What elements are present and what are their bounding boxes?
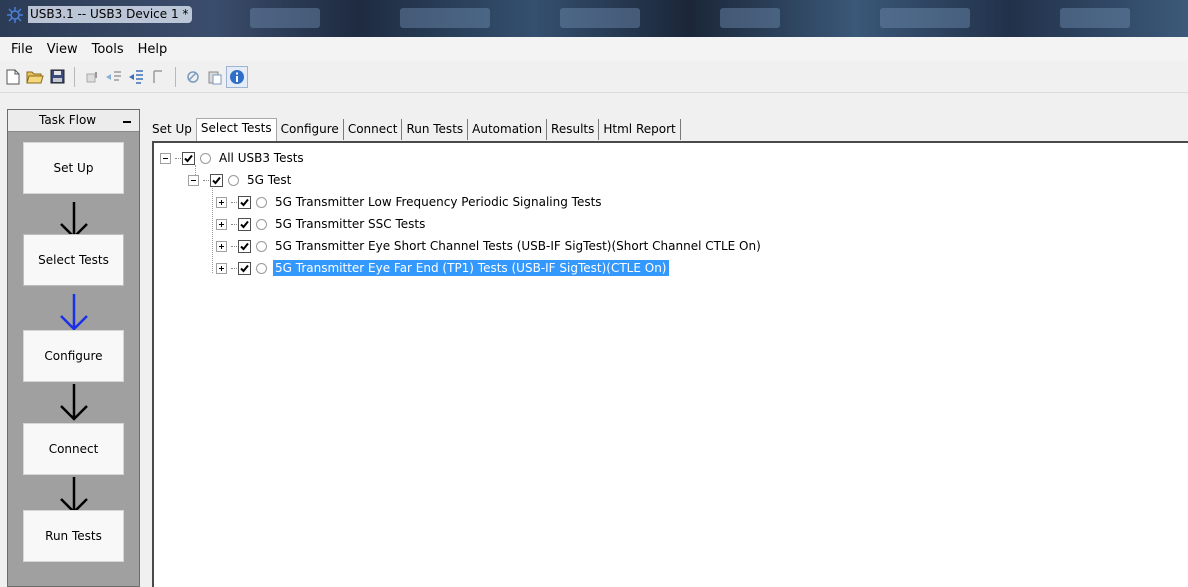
minimize-icon[interactable] — [123, 121, 131, 123]
collapse-icon[interactable] — [160, 152, 171, 164]
tab-set-up[interactable]: Set Up — [148, 119, 196, 140]
task-flow-panel: Task Flow Set Up Select Tests Configure … — [7, 109, 140, 587]
expand-icon[interactable] — [216, 218, 227, 230]
tree-connector — [212, 185, 213, 273]
menu-help[interactable]: Help — [131, 40, 175, 59]
item-checkbox[interactable] — [238, 195, 251, 209]
window-titlebar: USB3.1 -- USB3 Device 1 * — [0, 0, 1188, 37]
toolbar-separator — [175, 66, 176, 87]
menu-bar: File View Tools Help — [0, 37, 1188, 61]
tree-label-root: All USB3 Tests — [219, 151, 304, 165]
tree-node-root[interactable]: All USB3 Tests — [160, 148, 306, 168]
expand-icon[interactable] — [216, 262, 227, 274]
toolbar-separator — [74, 66, 75, 87]
taskflow-step-configure[interactable]: Configure — [23, 330, 124, 382]
paste-icon[interactable] — [204, 66, 226, 88]
window-title: USB3.1 -- USB3 Device 1 * — [28, 6, 193, 23]
task-flow-header: Task Flow — [8, 110, 139, 132]
taskflow-step-connect[interactable]: Connect — [23, 423, 124, 475]
item-radio[interactable] — [256, 262, 267, 274]
item-checkbox[interactable] — [238, 217, 251, 231]
tab-html-report[interactable]: Html Report — [599, 119, 681, 140]
tree-label-item: 5G Transmitter Eye Short Channel Tests (… — [275, 239, 761, 253]
taskflow-step-setup[interactable]: Set Up — [23, 142, 124, 194]
tab-bar: Set Up Select Tests Configure Connect Ru… — [148, 115, 681, 141]
taskflow-step-run-tests[interactable]: Run Tests — [23, 510, 124, 562]
item-radio[interactable] — [256, 218, 267, 230]
menu-tools[interactable]: Tools — [85, 40, 131, 59]
tab-automation[interactable]: Automation — [468, 119, 548, 140]
root-checkbox[interactable] — [182, 151, 195, 165]
info-icon[interactable] — [226, 65, 248, 88]
arrow-down-icon — [60, 477, 88, 514]
arrow-down-icon — [60, 384, 88, 421]
tree-node-item-selected[interactable]: 5G Transmitter Eye Far End (TP1) Tests (… — [216, 258, 669, 278]
tab-configure[interactable]: Configure — [277, 119, 344, 140]
step-icon[interactable] — [125, 66, 147, 88]
task-flow-title: Task Flow — [39, 113, 97, 127]
tab-run-tests[interactable]: Run Tests — [402, 119, 469, 140]
group-checkbox[interactable] — [210, 173, 223, 187]
tab-connect[interactable]: Connect — [344, 119, 403, 140]
tree-node-group[interactable]: 5G Test — [188, 170, 293, 190]
expand-icon[interactable] — [216, 196, 227, 208]
group-radio[interactable] — [228, 174, 239, 186]
tab-results[interactable]: Results — [547, 119, 600, 140]
tree-label-item: 5G Transmitter Low Frequency Periodic Si… — [275, 195, 602, 209]
item-radio[interactable] — [256, 196, 267, 208]
tree-label-group: 5G Test — [247, 173, 292, 187]
tree-node-item[interactable]: 5G Transmitter Low Frequency Periodic Si… — [216, 192, 604, 212]
collapse-icon[interactable] — [188, 174, 199, 186]
item-checkbox[interactable] — [238, 261, 251, 275]
copy-icon[interactable] — [182, 66, 204, 88]
tab-select-tests[interactable]: Select Tests — [195, 118, 277, 141]
run-icon[interactable] — [81, 66, 103, 88]
save-icon[interactable] — [46, 66, 68, 88]
menu-file[interactable]: File — [4, 40, 40, 59]
taskflow-step-select-tests[interactable]: Select Tests — [23, 234, 124, 286]
tree-node-item[interactable]: 5G Transmitter Eye Short Channel Tests (… — [216, 236, 763, 256]
arrow-down-active-icon — [60, 294, 88, 331]
run-selected-icon[interactable] — [103, 66, 125, 88]
tree-node-item[interactable]: 5G Transmitter SSC Tests — [216, 214, 427, 234]
new-icon[interactable] — [2, 66, 24, 88]
open-icon[interactable] — [24, 66, 46, 88]
item-radio[interactable] — [256, 240, 267, 252]
toolbar — [0, 61, 1188, 93]
item-checkbox[interactable] — [238, 239, 251, 253]
test-tree-panel: All USB3 Tests 5G Test 5G Transmitter Lo… — [152, 141, 1188, 587]
menu-view[interactable]: View — [40, 40, 85, 59]
app-icon — [7, 7, 23, 23]
tree-label-item-selected: 5G Transmitter Eye Far End (TP1) Tests (… — [273, 260, 669, 276]
expand-icon[interactable] — [216, 240, 227, 252]
tree-label-item: 5G Transmitter SSC Tests — [275, 217, 426, 231]
root-radio[interactable] — [200, 152, 211, 164]
stop-icon[interactable] — [147, 66, 169, 88]
